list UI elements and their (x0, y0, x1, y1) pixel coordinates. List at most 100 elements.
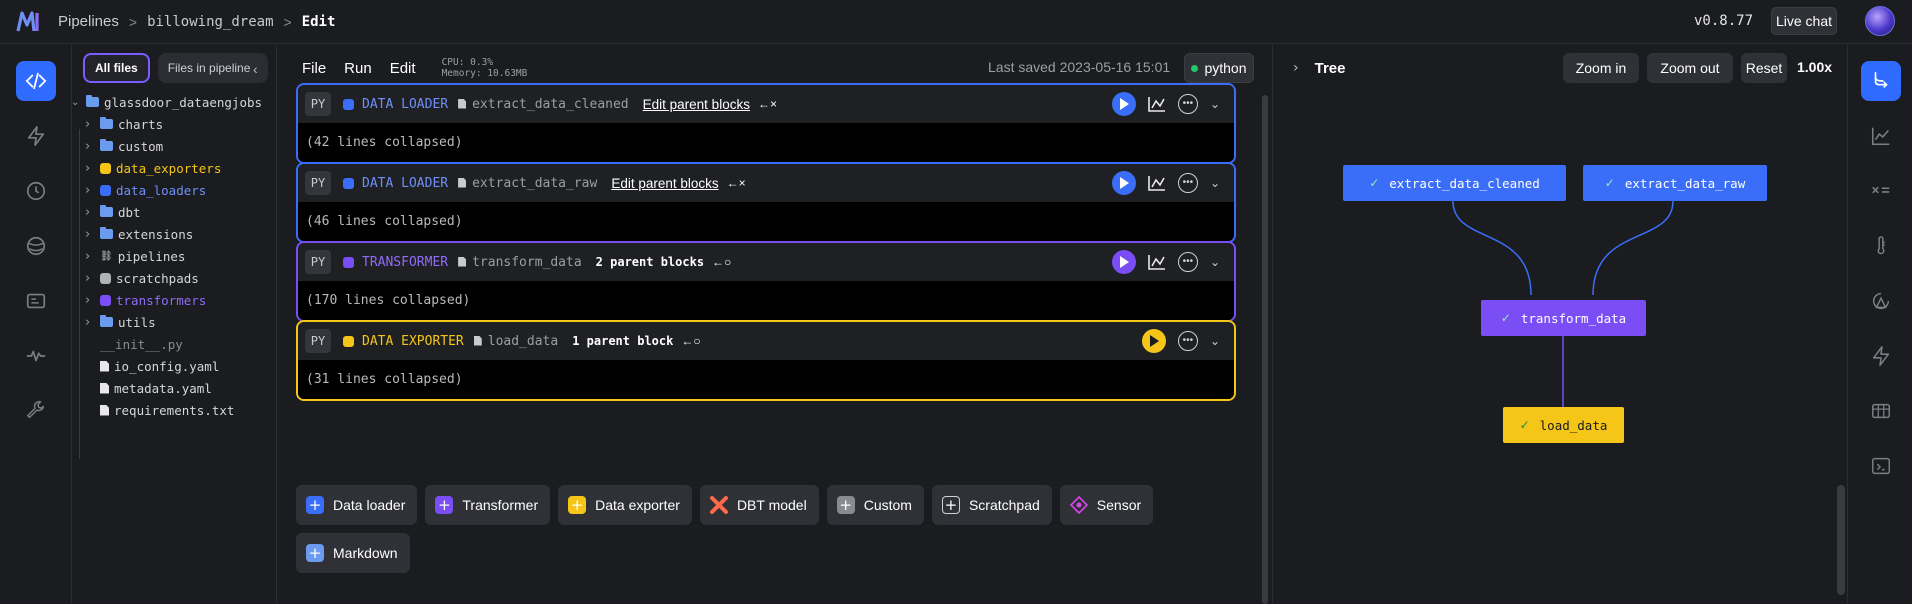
tree-item[interactable]: › charts (85, 113, 277, 135)
settings-icon[interactable] (1861, 281, 1901, 321)
variables-icon[interactable] (1861, 171, 1901, 211)
parent-blocks-count[interactable]: 1 parent block (572, 334, 673, 348)
block-actions: ••• ⌄ (1111, 85, 1220, 123)
add-dbt-model-button[interactable]: DBT model (699, 485, 819, 525)
tree-item[interactable]: › extensions (85, 223, 277, 245)
tree-item[interactable]: › dbt (85, 201, 277, 223)
add-data-loader-button[interactable]: + Data loader (296, 485, 418, 525)
more-options-icon[interactable]: ••• (1177, 94, 1198, 114)
block-name[interactable]: load_data (473, 334, 558, 349)
tree-node-transform-data[interactable]: ✓ transform_data (1481, 300, 1646, 336)
tree-item-label: requirements.txt (114, 402, 235, 418)
pipeline-block[interactable]: PY DATA EXPORTER load_data 1 parent block ←○… (296, 320, 1236, 401)
add-data-exporter-button[interactable]: + Data exporter (558, 485, 692, 525)
more-options-icon[interactable]: ••• (1177, 331, 1198, 351)
cpu-usage: CPU: 0.3% (441, 57, 494, 68)
terminal-icon[interactable] (16, 281, 56, 321)
tree-item-label: __init__.py (100, 336, 183, 352)
add-custom-button[interactable]: + Custom (826, 485, 924, 525)
run-block-button[interactable] (1111, 250, 1136, 274)
terminal-icon[interactable] (1861, 446, 1901, 486)
edit-parent-blocks-link[interactable]: Edit parent blocks (611, 176, 718, 191)
tree-node-load-data[interactable]: ✓ load_data (1503, 407, 1624, 443)
more-options-icon[interactable]: ••• (1177, 173, 1198, 193)
chevron-down-icon[interactable]: ⌄ (1210, 176, 1220, 190)
breadcrumb-pipeline-name[interactable]: billowing_dream (147, 14, 273, 30)
pipeline-editor: File Run Edit CPU: 0.3% Memory: 10.63MB … (278, 45, 1271, 604)
file-tree: ⌄ glassdoor_dataengjobs › charts › custom › d… (71, 91, 277, 421)
pipeline-block[interactable]: PY DATA LOADER extract_data_raw Edit parent… (296, 162, 1236, 243)
chevron-down-icon[interactable]: ⌄ (1210, 97, 1220, 111)
tree-icon[interactable] (1861, 61, 1901, 101)
table-icon[interactable] (1861, 391, 1901, 431)
block-color-swatch (343, 256, 354, 268)
tree-item[interactable]: › transformers (85, 289, 277, 311)
tab-all-files[interactable]: All files (83, 53, 150, 83)
tree-item-label: data_exporters (116, 160, 222, 176)
code-icon[interactable] (16, 61, 56, 101)
chart-icon[interactable] (1861, 116, 1901, 156)
thermometer-icon[interactable] (1861, 226, 1901, 266)
avatar[interactable] (1865, 6, 1895, 36)
tab-files-in-pipeline[interactable]: Files in pipeline (157, 53, 268, 83)
tree-node-extract-data-raw[interactable]: ✓ extract_data_raw (1583, 165, 1767, 201)
lightning-icon[interactable] (16, 116, 56, 156)
menu-run[interactable]: Run (344, 60, 372, 77)
edit-parent-blocks-link[interactable]: Edit parent blocks (643, 97, 750, 112)
block-collapsed-body[interactable]: (46 lines collapsed) (298, 202, 1234, 241)
tree-item[interactable]: › ⛓ pipelines (85, 245, 277, 267)
collapse-chevron-icon[interactable]: ‹ (253, 61, 258, 77)
chevron-right-icon: › (85, 160, 91, 176)
add-markdown-button[interactable]: + Markdown (296, 533, 410, 573)
chart-icon[interactable] (1148, 254, 1166, 270)
tree-item[interactable]: metadata.yaml (85, 377, 277, 399)
tree-item[interactable]: › data_loaders (85, 179, 277, 201)
live-chat-button[interactable]: Live chat (1771, 7, 1837, 35)
block-collapsed-body[interactable]: (42 lines collapsed) (298, 123, 1234, 162)
tree-root[interactable]: ⌄ glassdoor_dataengjobs (71, 91, 277, 113)
tree-item[interactable]: requirements.txt (85, 399, 277, 421)
add-scratchpad-button[interactable]: + Scratchpad (931, 485, 1052, 525)
parent-blocks-count[interactable]: 2 parent blocks (596, 255, 704, 269)
block-name[interactable]: transform_data (458, 255, 582, 270)
chevron-down-icon[interactable]: ⌄ (1210, 334, 1220, 348)
tree-item[interactable]: io_config.yaml (85, 355, 277, 377)
block-collapsed-body[interactable]: (170 lines collapsed) (298, 281, 1234, 320)
clock-icon[interactable] (16, 171, 56, 211)
tree-item[interactable]: › scratchpads (85, 267, 277, 289)
pipeline-block[interactable]: PY DATA LOADER extract_data_cleaned Edit pa… (296, 83, 1236, 164)
pulse-icon[interactable] (16, 336, 56, 376)
run-block-button[interactable] (1111, 171, 1136, 195)
menu-file[interactable]: File (302, 60, 326, 77)
add-sensor-button[interactable]: Sensor (1059, 485, 1154, 525)
chevron-down-icon[interactable]: ⌄ (1210, 255, 1220, 269)
more-options-icon[interactable]: ••• (1177, 252, 1198, 272)
run-block-button[interactable] (1141, 329, 1166, 353)
block-name[interactable]: extract_data_raw (458, 176, 597, 191)
menu-edit[interactable]: Edit (390, 60, 416, 77)
kernel-button[interactable]: python (1184, 53, 1254, 83)
add-button-label: DBT model (736, 497, 807, 513)
chevron-right-icon: › (85, 270, 91, 286)
tree-item[interactable]: › custom (85, 135, 277, 157)
pipeline-block[interactable]: PY TRANSFORMER transform_data 2 parent bloc… (296, 241, 1236, 322)
block-collapsed-body[interactable]: (31 lines collapsed) (298, 360, 1234, 399)
chart-icon[interactable] (1148, 96, 1166, 112)
mage-logo-icon[interactable] (16, 10, 42, 33)
lightning-icon[interactable] (1861, 336, 1901, 376)
run-block-button[interactable] (1111, 92, 1136, 116)
tree-node-extract-data-cleaned[interactable]: ✓ extract_data_cleaned (1343, 165, 1566, 201)
tree-item[interactable]: __init__.py (85, 333, 277, 355)
chevron-down-icon: ⌄ (71, 96, 80, 108)
chart-icon[interactable] (1148, 175, 1166, 191)
tree-panel-scrollbar[interactable] (1837, 485, 1845, 595)
tree-item[interactable]: › data_exporters (85, 157, 277, 179)
block-name[interactable]: extract_data_cleaned (458, 97, 629, 112)
globe-icon[interactable] (16, 226, 56, 266)
editor-scrollbar[interactable] (1262, 95, 1268, 604)
block-language: PY (305, 329, 331, 353)
wrench-icon[interactable] (16, 391, 56, 431)
add-transformer-button[interactable]: + Transformer (425, 485, 551, 525)
breadcrumb-pipelines[interactable]: Pipelines (58, 13, 119, 30)
tree-item[interactable]: › utils (85, 311, 277, 333)
